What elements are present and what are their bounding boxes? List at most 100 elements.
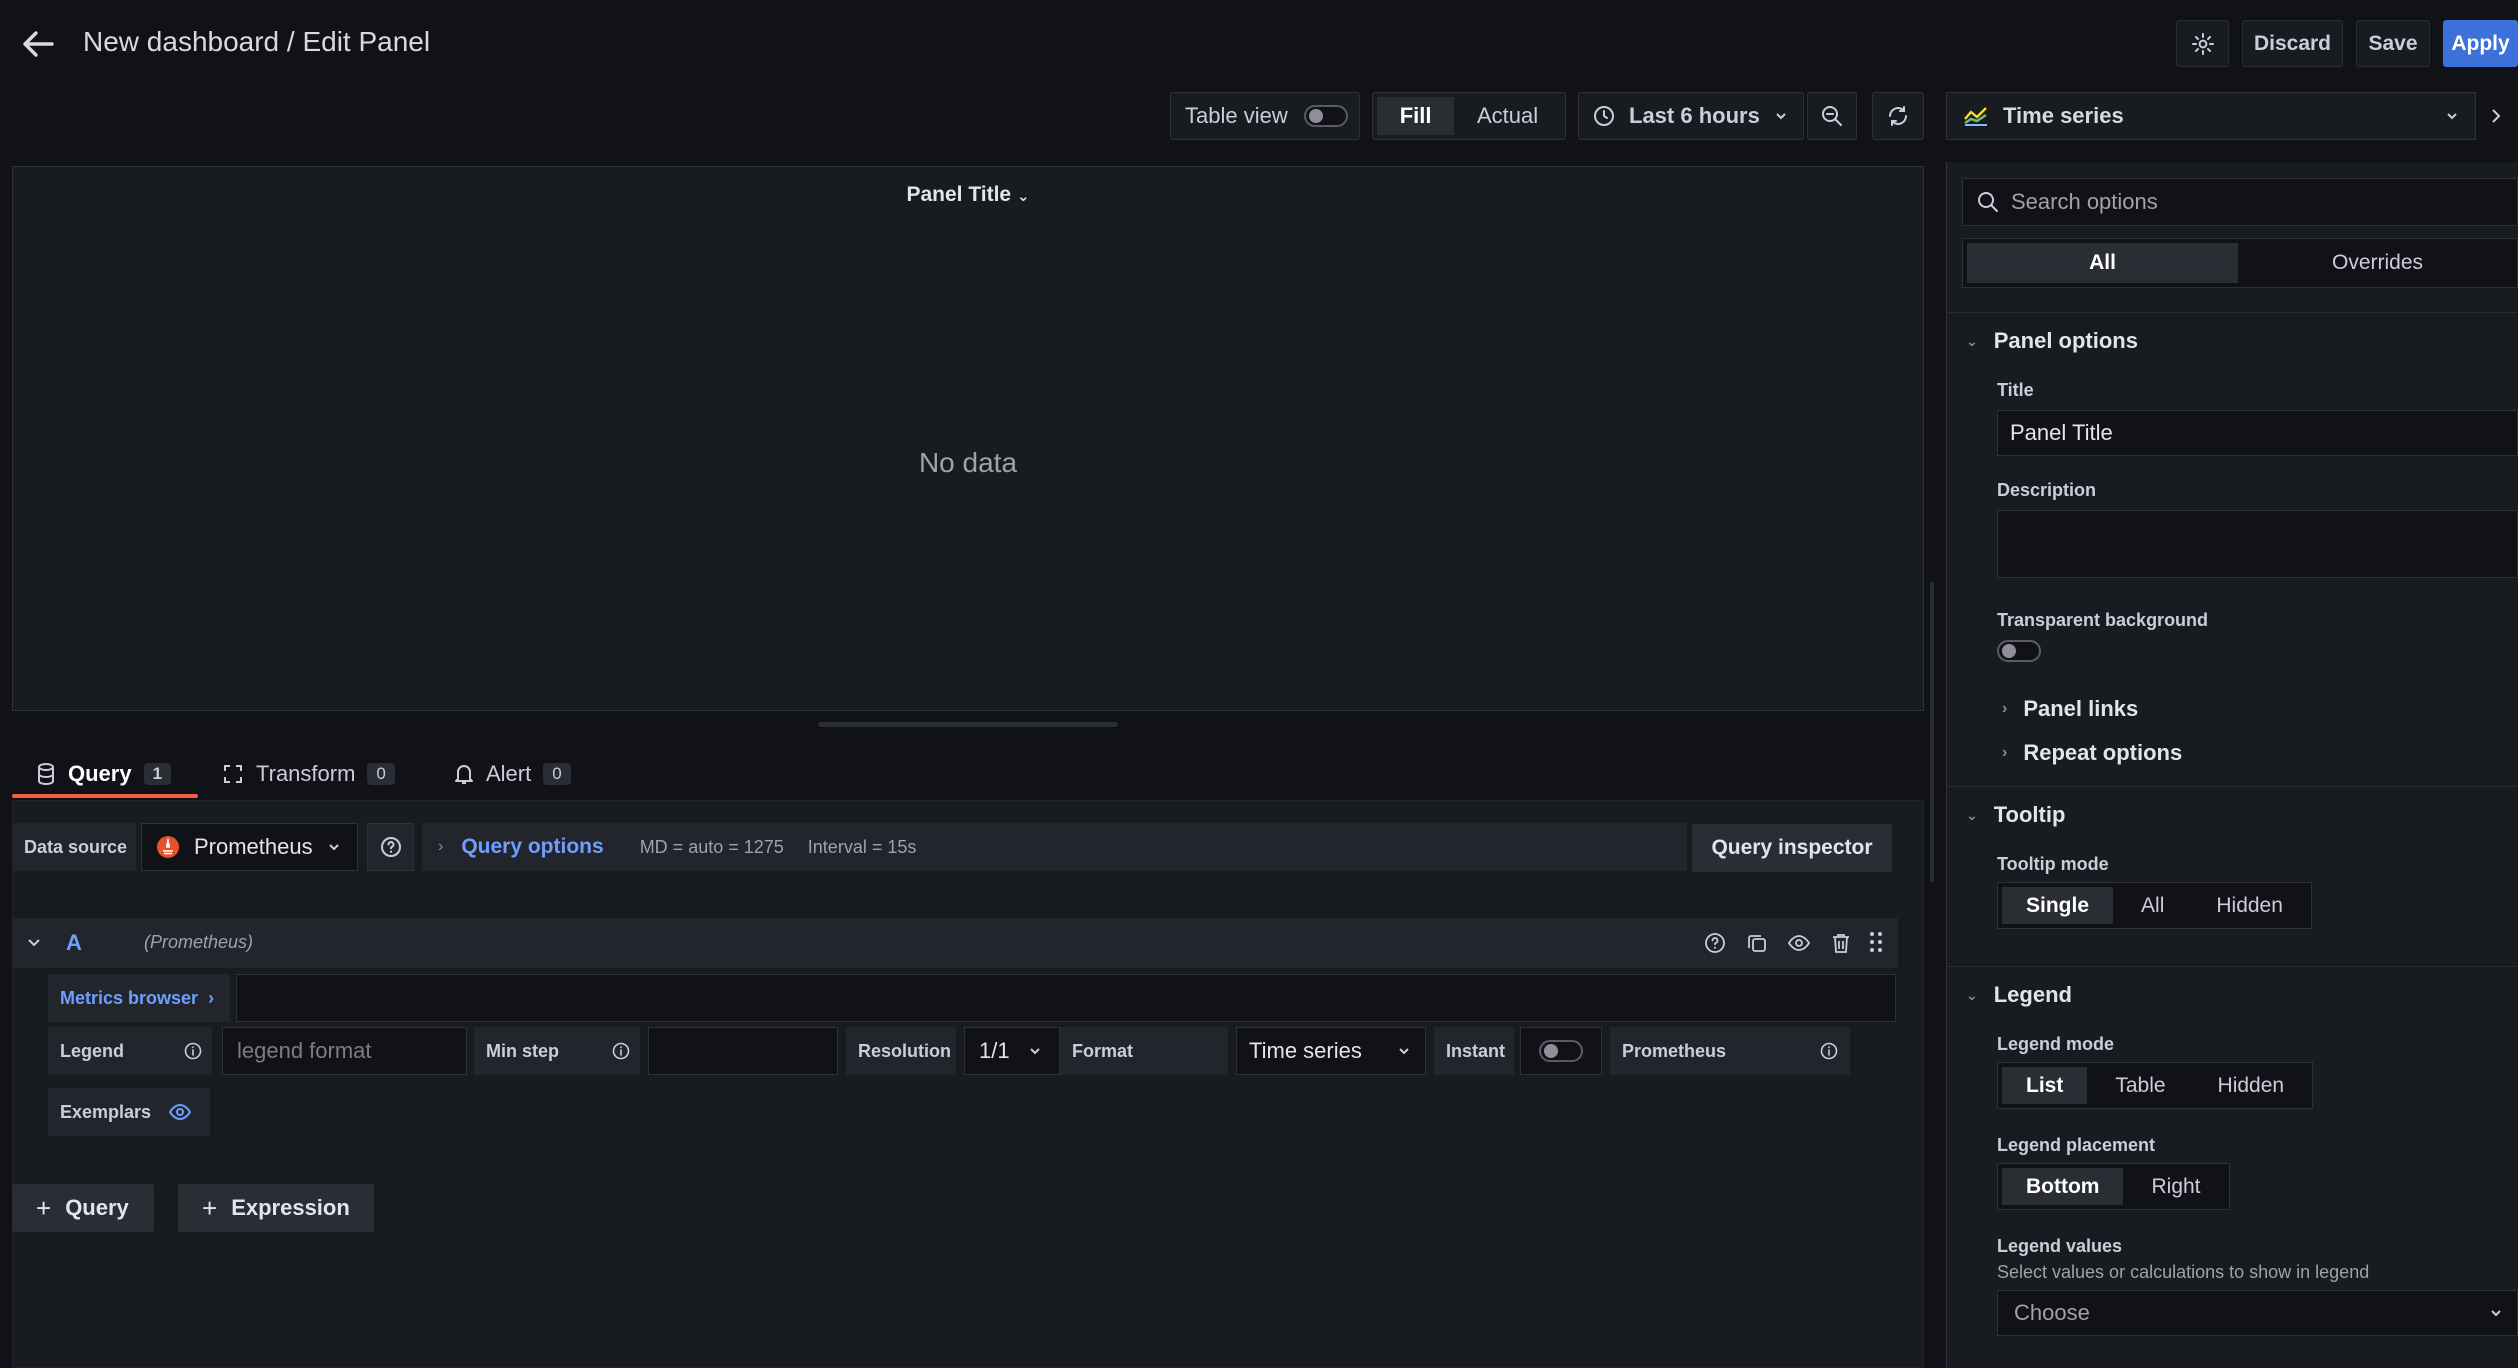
transparent-bg-switch[interactable] <box>1997 640 2041 662</box>
query-editor-area <box>12 800 1924 1368</box>
tab-query-label: Query <box>68 761 132 786</box>
legend-mode-table[interactable]: Table <box>2091 1067 2189 1104</box>
add-query-label: Query <box>65 1195 129 1220</box>
resolution-label: Resolution <box>846 1027 956 1075</box>
panel-options-header[interactable]: ⌄ Panel options <box>1966 328 2138 354</box>
help-icon[interactable] <box>1704 932 1726 954</box>
tab-transform[interactable]: Transform 0 <box>222 750 395 798</box>
min-step-input[interactable] <box>648 1027 838 1075</box>
filter-overrides[interactable]: Overrides <box>2242 243 2513 283</box>
tab-alert-label: Alert <box>486 761 532 786</box>
tooltip-mode-all[interactable]: All <box>2117 887 2188 924</box>
datasource-help-button[interactable] <box>367 823 414 871</box>
legend-header[interactable]: ⌄ Legend <box>1966 982 2072 1008</box>
exemplars-field[interactable]: Exemplars <box>48 1088 210 1136</box>
format-select[interactable]: Time series <box>1236 1027 1426 1075</box>
datasource-picker[interactable]: Prometheus <box>141 823 358 871</box>
query-ref-id[interactable]: A <box>66 930 82 956</box>
repeat-options-header[interactable]: › Repeat options <box>2002 740 2182 766</box>
table-view-switch[interactable] <box>1303 105 1348 127</box>
vertical-scrollbar[interactable] <box>1930 582 1934 882</box>
filter-all[interactable]: All <box>1967 243 2238 283</box>
tab-alert-count: 0 <box>543 763 571 785</box>
search-options-placeholder: Search options <box>2011 189 2158 214</box>
duplicate-icon[interactable] <box>1746 932 1768 954</box>
actual-option[interactable]: Actual <box>1454 97 1561 135</box>
visualization-picker[interactable]: Time series <box>1946 92 2476 140</box>
legend-mode-list[interactable]: List <box>2002 1067 2088 1104</box>
time-range-picker[interactable]: Last 6 hours <box>1578 92 1804 140</box>
add-query-button[interactable]: + Query <box>12 1184 154 1232</box>
query-type-label: Prometheus <box>1622 1040 1727 1061</box>
format-label: Format <box>1060 1027 1228 1075</box>
legend-placement-group: Bottom Right <box>1997 1163 2230 1210</box>
legend-values-select[interactable]: Choose <box>1997 1290 2518 1336</box>
query-options-bar[interactable]: › Query options MD = auto = 1275 Interva… <box>422 823 1687 871</box>
active-tab-indicator <box>12 794 198 798</box>
collapse-options-icon[interactable] <box>2486 104 2506 128</box>
metrics-browser-button[interactable]: Metrics browser › <box>48 974 230 1022</box>
query-type-field: Prometheus <box>1610 1027 1850 1075</box>
legend-format-input[interactable]: legend format <box>222 1027 467 1075</box>
back-arrow-icon[interactable] <box>18 24 58 64</box>
tab-query[interactable]: Query 1 <box>36 750 172 798</box>
save-button[interactable]: Save <box>2356 20 2430 67</box>
search-options-input[interactable]: Search options <box>1962 178 2518 226</box>
fill-option[interactable]: Fill <box>1377 97 1455 135</box>
fill-actual-group: Fill Actual <box>1372 92 1566 140</box>
database-icon <box>36 763 56 785</box>
panel-links-header[interactable]: › Panel links <box>2002 696 2138 722</box>
legend-placement-right[interactable]: Right <box>2127 1168 2224 1205</box>
tooltip-header[interactable]: ⌄ Tooltip <box>1966 802 2065 828</box>
tab-transform-count: 0 <box>367 763 395 785</box>
query-datasource-hint: (Prometheus) <box>144 932 254 952</box>
panel-title-value: Panel Title <box>2010 420 2113 445</box>
tab-alert[interactable]: Alert 0 <box>454 750 571 798</box>
info-icon[interactable] <box>1820 1042 1838 1060</box>
apply-button[interactable]: Apply <box>2443 20 2518 67</box>
repeat-options-title: Repeat options <box>2023 740 2183 765</box>
panel-title-menu[interactable]: Panel Title ⌄ <box>13 183 1923 207</box>
legend-values-label: Legend values <box>1997 1236 2123 1256</box>
instant-toggle[interactable] <box>1520 1027 1602 1075</box>
add-expression-button[interactable]: + Expression <box>178 1184 374 1232</box>
query-options-label[interactable]: Query options <box>461 835 603 859</box>
info-icon[interactable] <box>184 1042 202 1060</box>
resolution-select[interactable]: 1/1 <box>964 1027 1060 1075</box>
drag-handle-icon[interactable] <box>1868 930 1884 954</box>
eye-icon[interactable] <box>169 1101 192 1123</box>
chevron-down-icon <box>1774 109 1788 123</box>
tooltip-mode-label: Tooltip mode <box>1997 854 2109 874</box>
panel-title-input[interactable]: Panel Title <box>1997 410 2518 456</box>
legend-mode-group: List Table Hidden <box>1997 1062 2314 1109</box>
discard-button[interactable]: Discard <box>2242 20 2343 67</box>
table-view-toggle[interactable]: Table view <box>1170 92 1360 140</box>
query-inspector-button[interactable]: Query inspector <box>1692 824 1892 872</box>
refresh-button[interactable] <box>1872 92 1924 140</box>
tooltip-mode-hidden[interactable]: Hidden <box>2192 887 2307 924</box>
zoom-out-button[interactable] <box>1807 92 1857 140</box>
divider <box>1946 966 2518 967</box>
panel-preview: Panel Title ⌄ No data <box>12 166 1924 711</box>
eye-icon[interactable] <box>1788 932 1810 954</box>
legend-placement-bottom[interactable]: Bottom <box>2002 1168 2124 1205</box>
settings-button[interactable] <box>2176 20 2229 67</box>
query-a-header[interactable]: A (Prometheus) <box>12 918 1898 968</box>
chevron-right-icon: › <box>2002 744 2008 761</box>
tooltip-mode-single[interactable]: Single <box>2002 887 2114 924</box>
promql-query-input[interactable] <box>236 974 1896 1022</box>
instant-switch[interactable] <box>1539 1040 1583 1062</box>
pane-resize-handle[interactable] <box>818 722 1118 727</box>
plus-icon: + <box>36 1192 52 1223</box>
description-textarea[interactable] <box>1997 510 2518 578</box>
trash-icon[interactable] <box>1830 932 1852 954</box>
chevron-down-icon: ⌄ <box>1966 986 1978 1003</box>
min-step-field-label: Min step <box>474 1027 640 1075</box>
gear-icon <box>2191 32 2215 56</box>
legend-label: Legend <box>60 1040 125 1061</box>
chevron-down-icon[interactable] <box>26 934 42 950</box>
legend-title: Legend <box>1993 982 2072 1007</box>
info-icon[interactable] <box>612 1042 630 1060</box>
legend-mode-hidden[interactable]: Hidden <box>2194 1067 2309 1104</box>
search-icon <box>1977 191 1999 213</box>
